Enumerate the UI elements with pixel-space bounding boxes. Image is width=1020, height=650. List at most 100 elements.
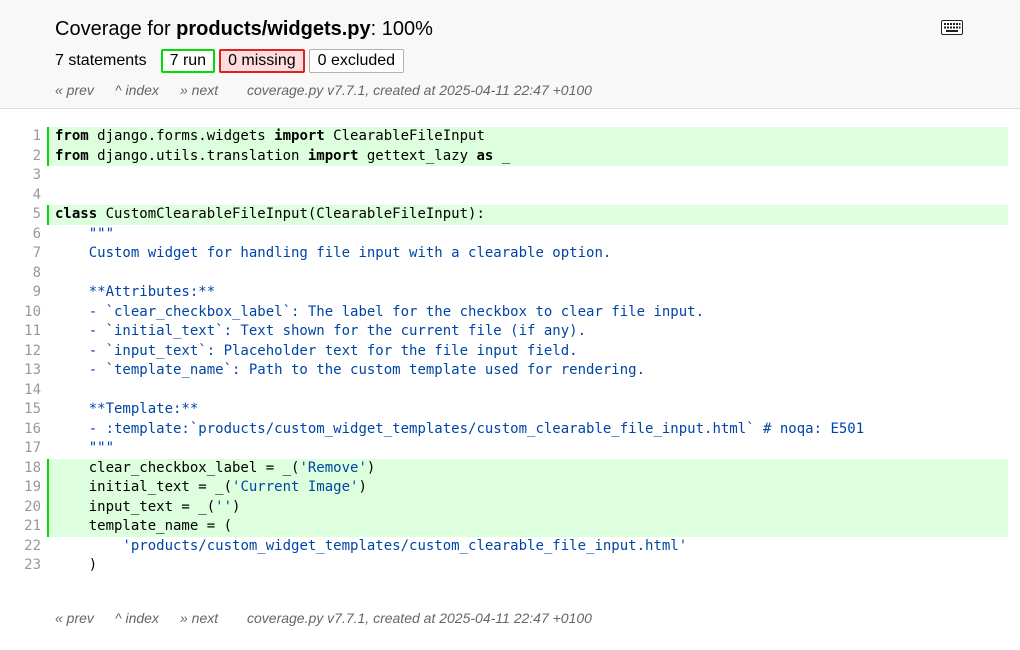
string-token: '': [215, 498, 233, 515]
line-code: """: [47, 225, 1008, 245]
source-line: 3: [0, 166, 1020, 186]
code-token: ): [232, 498, 241, 515]
code-token: clear_checkbox_label = _(: [55, 459, 300, 476]
docstring-token: **Attributes:**: [88, 284, 216, 300]
line-number[interactable]: 12: [0, 342, 47, 362]
line-number[interactable]: 10: [0, 303, 47, 323]
line-number[interactable]: 22: [0, 537, 47, 557]
line-code: from django.utils.translation import get…: [47, 146, 1008, 166]
line-number[interactable]: 18: [0, 459, 47, 479]
line-number[interactable]: 19: [0, 478, 47, 498]
source-line: 14: [0, 381, 1020, 401]
report-header: Coverage for products/widgets.py: 100% 7…: [0, 0, 1020, 109]
coverage-version-info: coverage.py v7.7.1, created at 2025-04-1…: [247, 82, 592, 98]
keyword-token: as: [476, 147, 494, 164]
code-token: ): [358, 479, 367, 495]
source-line: 6 """: [0, 225, 1020, 245]
code-token: ClearableFileInput: [324, 128, 485, 144]
keyword-token: from: [55, 128, 89, 144]
statements-count: 7 statements: [55, 52, 147, 69]
code-token: ): [55, 557, 98, 573]
docstring-token: - `initial_text`: Text shown for the cur…: [88, 323, 587, 339]
line-number[interactable]: 9: [0, 283, 47, 303]
filter-missing-button[interactable]: 0 missing: [219, 49, 305, 73]
prev-file-link[interactable]: « prev: [55, 609, 115, 627]
line-code: clear_checkbox_label = _('Remove'): [47, 458, 1008, 478]
keyword-token: import: [307, 147, 359, 164]
docstring-token: - :template:`products/custom_widget_temp…: [88, 420, 865, 437]
title-filename: products/widgets.py: [176, 18, 371, 40]
source-line: 16 - :template:`products/custom_widget_t…: [0, 420, 1020, 440]
source-line: 17 """: [0, 439, 1020, 459]
line-number[interactable]: 2: [0, 147, 47, 167]
line-code: **Attributes:**: [47, 283, 1008, 303]
source-line: 7 Custom widget for handling file input …: [0, 244, 1020, 264]
code-token: CustomClearableFileInput(ClearableFileIn…: [97, 206, 485, 222]
line-number[interactable]: 6: [0, 225, 47, 245]
keyword-token: from: [55, 147, 89, 164]
line-code: **Template:**: [47, 400, 1008, 420]
line-number[interactable]: 20: [0, 498, 47, 518]
index-link[interactable]: ^ index: [115, 609, 180, 627]
string-token: 'products/custom_widget_templates/custom…: [122, 537, 688, 554]
top-nav: « prev ^ index » next coverage.py v7.7.1…: [55, 81, 592, 99]
source-listing: 1 from django.forms.widgets import Cleara…: [0, 127, 1020, 576]
line-number[interactable]: 17: [0, 439, 47, 459]
next-file-link[interactable]: » next: [180, 609, 247, 627]
next-file-link[interactable]: » next: [180, 81, 247, 99]
source-line: 13 - `template_name`: Path to the custom…: [0, 361, 1020, 381]
line-code: input_text = _(''): [47, 497, 1008, 517]
line-number[interactable]: 14: [0, 381, 47, 401]
line-number[interactable]: 13: [0, 361, 47, 381]
source-line: 18 clear_checkbox_label = _('Remove'): [0, 458, 1020, 479]
line-number[interactable]: 23: [0, 556, 47, 576]
source-line: 9 **Attributes:**: [0, 283, 1020, 303]
code-token: template_name = (: [55, 518, 233, 534]
line-number[interactable]: 1: [0, 127, 47, 147]
source-line: 11 - `initial_text`: Text shown for the …: [0, 322, 1020, 342]
code-token: input_text = _(: [55, 498, 216, 515]
index-link[interactable]: ^ index: [115, 81, 180, 99]
line-code: from django.forms.widgets import Clearab…: [47, 127, 1008, 147]
keyboard-icon[interactable]: [941, 20, 963, 35]
line-number[interactable]: 8: [0, 264, 47, 284]
source-line: 20 input_text = _(''): [0, 497, 1020, 518]
title-prefix: Coverage for: [55, 18, 177, 40]
code-token: ): [366, 459, 376, 476]
filter-excluded-button[interactable]: 0 excluded: [308, 49, 405, 73]
line-number[interactable]: 21: [0, 517, 47, 537]
source-line: 21 template_name = (: [0, 517, 1020, 537]
line-number[interactable]: 4: [0, 186, 47, 206]
line-code: initial_text = _('Current Image'): [47, 478, 1008, 498]
prev-file-link[interactable]: « prev: [55, 81, 115, 99]
source-line: 12 - `input_text`: Placeholder text for …: [0, 342, 1020, 362]
line-number[interactable]: 5: [0, 205, 47, 225]
code-token: gettext_lazy: [358, 147, 477, 164]
source-line: 5 class CustomClearableFileInput(Clearabl…: [0, 205, 1020, 225]
line-number[interactable]: 11: [0, 322, 47, 342]
line-number[interactable]: 15: [0, 400, 47, 420]
line-number[interactable]: 3: [0, 166, 47, 186]
string-token: 'Current Image': [232, 479, 359, 495]
docstring-token: - `clear_checkbox_label`: The label for …: [88, 303, 705, 320]
line-number[interactable]: 7: [0, 244, 47, 264]
filter-run-button[interactable]: 7 run: [160, 49, 216, 73]
line-code: - `clear_checkbox_label`: The label for …: [47, 303, 1008, 323]
line-code: - :template:`products/custom_widget_temp…: [47, 420, 1008, 440]
line-code: - `initial_text`: Text shown for the cur…: [47, 322, 1008, 342]
line-number[interactable]: 16: [0, 420, 47, 440]
source-line: 10 - `clear_checkbox_label`: The label f…: [0, 303, 1020, 323]
